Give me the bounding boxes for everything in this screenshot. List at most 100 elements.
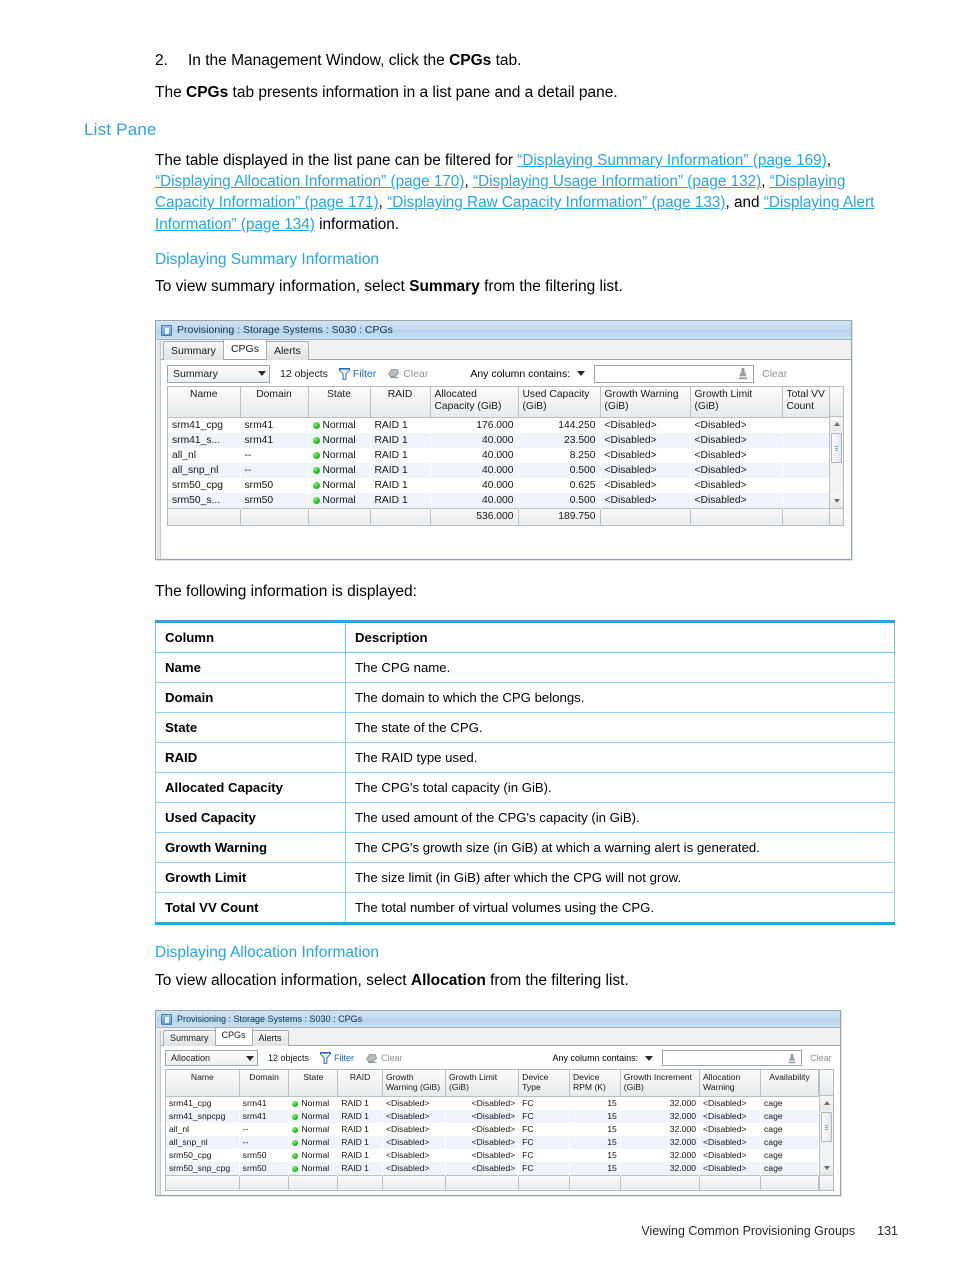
- cell-allocation-warning: <Disabled>: [699, 1161, 761, 1175]
- scroll-down-arrow-icon[interactable]: [820, 1161, 833, 1175]
- col-growth-limit[interactable]: Growth Limit (GiB): [445, 1070, 520, 1097]
- col-domain[interactable]: Domain: [239, 1070, 290, 1097]
- cell-name: srm50_cpg: [169, 1149, 212, 1160]
- col-state[interactable]: State: [288, 1070, 339, 1097]
- tab-cpgs[interactable]: CPGs: [222, 338, 267, 359]
- scrollbar-track[interactable]: [820, 1110, 833, 1161]
- scrollbar-thumb[interactable]: [831, 433, 842, 463]
- table-row[interactable]: srm50_snp_cpg srm50 Normal RAID 1 <Disab…: [166, 1161, 819, 1175]
- any-column-contains-select[interactable]: Any column contains:: [470, 368, 586, 380]
- link-displaying-usage-information[interactable]: “Displaying Usage Information” (page 132…: [473, 173, 761, 190]
- desc-col-domain: Domain: [155, 682, 346, 713]
- search-input[interactable]: [594, 364, 755, 383]
- cell-used-capacity: 8.250: [569, 449, 596, 461]
- scroll-up-arrow-icon[interactable]: [820, 1096, 833, 1110]
- scrollbar-track[interactable]: [830, 431, 843, 494]
- col-used-capacity[interactable]: Used Capacity (GiB): [518, 387, 601, 418]
- cell-total-vv-count: 1: [782, 462, 829, 478]
- tab-summary[interactable]: Summary: [163, 340, 224, 360]
- table-row[interactable]: srm41_cpg srm41 Normal RAID 1 176.000 14…: [168, 417, 829, 433]
- table-row[interactable]: srm50_cpg srm50 Normal RAID 1 <Disabled>…: [166, 1149, 819, 1162]
- total-growth-limit: [445, 1174, 520, 1190]
- col-device-type[interactable]: Device Type: [518, 1070, 570, 1097]
- grid-vertical-scrollbar[interactable]: [829, 387, 843, 525]
- table-row[interactable]: all_nl -- Normal RAID 1 <Disabled> <Disa…: [166, 1123, 819, 1136]
- eraser-icon: [365, 1053, 378, 1064]
- table-row[interactable]: srm50_s... srm50 Normal RAID 1 40.000 0.…: [168, 492, 829, 508]
- col-allocated-capacity[interactable]: Allocated Capacity (GiB): [430, 387, 519, 418]
- clear-filter-button[interactable]: Clear: [387, 368, 428, 380]
- cell-growth-increment: 32.000: [669, 1149, 697, 1160]
- col-total-vv-count[interactable]: Total VV Count: [782, 387, 829, 418]
- tabstrip: Summary CPGs Alerts: [156, 338, 851, 360]
- link-displaying-allocation-information[interactable]: “Displaying Allocation Information” (pag…: [155, 173, 465, 190]
- view-filter-select-value: Summary: [173, 367, 218, 380]
- status-dot-icon: [312, 481, 320, 489]
- table-row[interactable]: all_snp_nl -- Normal RAID 1 <Disabled> <…: [166, 1135, 819, 1149]
- col-raid[interactable]: RAID: [337, 1070, 383, 1097]
- cell-state: Normal: [308, 432, 370, 448]
- table-row[interactable]: all_nl -- Normal RAID 1 40.000 8.250 <Di…: [168, 448, 829, 463]
- status-badge: Normal: [322, 479, 356, 491]
- status-badge: Normal: [301, 1149, 330, 1160]
- cell-device-rpm: 15: [569, 1109, 621, 1123]
- search-input[interactable]: [662, 1050, 803, 1066]
- table-row: Total VV Count The total number of virtu…: [155, 892, 895, 925]
- tab-alerts[interactable]: Alerts: [265, 340, 309, 360]
- link-displaying-summary-information[interactable]: “Displaying Summary Information” (page 1…: [517, 152, 826, 169]
- col-growth-warning[interactable]: Growth Warning (GiB): [600, 387, 691, 418]
- scrollbar-header-spacer: [830, 387, 843, 417]
- table-row[interactable]: srm50_cpg srm50 Normal RAID 1 40.000 0.6…: [168, 478, 829, 493]
- grid-vertical-scrollbar[interactable]: [819, 1070, 833, 1190]
- scroll-down-arrow-icon[interactable]: [830, 494, 843, 508]
- cell-allocation-warning: <Disabled>: [703, 1123, 747, 1134]
- col-growth-warning[interactable]: Growth Warning (GiB): [382, 1070, 446, 1097]
- tab-cpgs[interactable]: CPGs: [214, 1027, 253, 1045]
- search-clear-button[interactable]: Clear: [762, 368, 787, 380]
- col-growth-increment[interactable]: Growth Increment (GiB): [620, 1070, 701, 1097]
- cell-total-vv-count: 1: [782, 478, 829, 493]
- status-dot-icon: [292, 1126, 299, 1133]
- cell-allocated-capacity: 40.000: [430, 492, 518, 508]
- cell-name: all_nl: [169, 1123, 190, 1134]
- scroll-up-arrow-icon[interactable]: [830, 417, 843, 431]
- col-domain[interactable]: Domain: [240, 387, 309, 418]
- col-availability[interactable]: Availability: [760, 1070, 819, 1097]
- link-displaying-raw-capacity-information[interactable]: “Displaying Raw Capacity Information” (p…: [387, 194, 725, 211]
- any-column-contains-select[interactable]: Any column contains:: [553, 1053, 654, 1063]
- filter-button[interactable]: Filter: [320, 1052, 354, 1064]
- table-row[interactable]: srm41_s... srm41 Normal RAID 1 40.000 23…: [168, 432, 829, 448]
- col-allocation-warning[interactable]: Allocation Warning: [699, 1070, 761, 1097]
- view-filter-select[interactable]: Allocation: [165, 1050, 258, 1066]
- view-filter-select[interactable]: Summary: [167, 364, 270, 383]
- desc-col-allocated-capacity: Allocated Capacity: [155, 772, 346, 803]
- cell-growth-limit: <Disabled>: [690, 462, 782, 478]
- status-badge: Normal: [301, 1136, 330, 1147]
- col-growth-limit[interactable]: Growth Limit (GiB): [690, 387, 783, 418]
- cell-availability: cage: [760, 1135, 819, 1149]
- col-state[interactable]: State: [308, 387, 371, 418]
- tab-alerts[interactable]: Alerts: [251, 1030, 289, 1046]
- table-row[interactable]: all_snp_nl -- Normal RAID 1 40.000 0.500…: [168, 462, 829, 478]
- search-clear-button[interactable]: Clear: [810, 1053, 832, 1063]
- filter-button[interactable]: Filter: [338, 367, 376, 380]
- col-raid[interactable]: RAID: [370, 387, 431, 418]
- clear-filter-button[interactable]: Clear: [365, 1053, 403, 1064]
- status-dot-icon: [312, 436, 320, 444]
- tab-summary[interactable]: Summary: [163, 1030, 216, 1046]
- status-badge: Normal: [301, 1123, 330, 1134]
- summary-para-post: from the filtering list.: [479, 278, 623, 295]
- scrollbar-thumb[interactable]: [821, 1112, 832, 1142]
- col-name[interactable]: Name: [166, 1070, 240, 1097]
- allocation-grid-body: srm41_cpg srm41 Normal RAID 1 <Disabled>…: [166, 1096, 819, 1190]
- intro-bold: CPGs: [186, 84, 229, 101]
- cell-growth-limit: <Disabled>: [471, 1097, 516, 1108]
- table-row[interactable]: srm41_snpcpg srm41 Normal RAID 1 <Disabl…: [166, 1109, 819, 1123]
- col-name[interactable]: Name: [168, 387, 241, 418]
- window-title: Provisioning : Storage Systems : S030 : …: [177, 324, 393, 336]
- col-device-rpm[interactable]: Device RPM (K): [569, 1070, 621, 1097]
- cell-raid: RAID 1: [370, 462, 430, 478]
- cell-growth-limit: <Disabled>: [471, 1123, 516, 1134]
- table-row[interactable]: srm41_cpg srm41 Normal RAID 1 <Disabled>…: [166, 1096, 819, 1110]
- stamp-icon: [788, 1053, 796, 1063]
